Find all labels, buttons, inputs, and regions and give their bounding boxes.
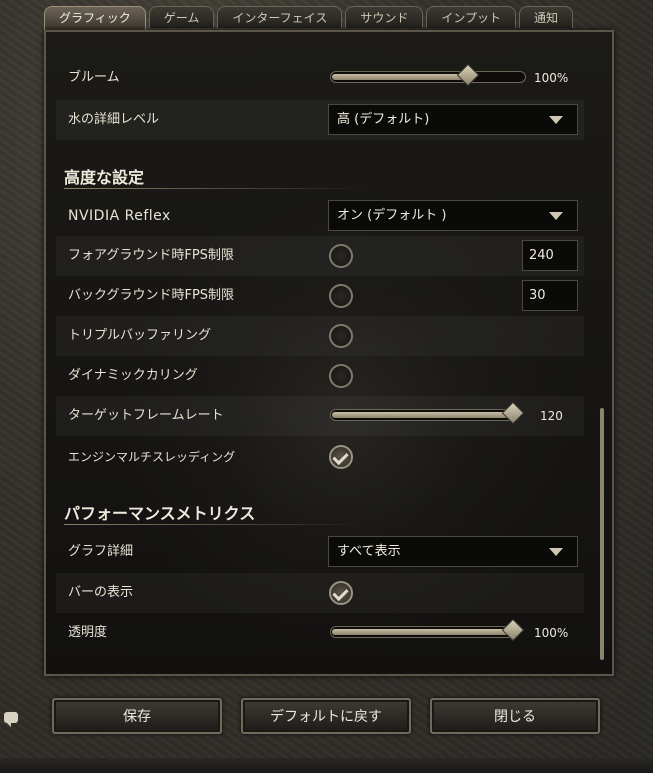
setting-row-show-bar: バーの表示 — [56, 573, 584, 613]
setting-row-graph-detail: グラフ詳細 すべて表示 — [56, 532, 584, 572]
tab-interface[interactable]: インターフェイス — [217, 6, 343, 28]
section-divider — [64, 188, 364, 189]
chat-icon[interactable] — [4, 712, 18, 727]
bloom-label: ブルーム — [68, 70, 120, 85]
bloom-slider-handle[interactable] — [456, 63, 480, 87]
setting-row-bg-fps-limit: バックグラウンド時FPS制限 30 — [56, 276, 584, 316]
tab-input[interactable]: インプット — [426, 6, 516, 28]
dynamic-culling-checkbox[interactable] — [329, 364, 353, 388]
tab-game[interactable]: ゲーム — [148, 6, 215, 28]
water-detail-value: 高 (デフォルト) — [337, 112, 430, 127]
engine-multithreading-label: エンジンマルチスレッディング — [68, 450, 236, 464]
fg-fps-limit-input[interactable]: 240 — [522, 240, 578, 271]
checkmark-icon — [332, 448, 349, 466]
setting-row-water-detail: 水の詳細レベル 高 (デフォルト) — [56, 100, 584, 140]
tab-sound[interactable]: サウンド — [345, 6, 424, 28]
bottom-ornament — [0, 758, 653, 773]
triple-buffering-label: トリプルバッファリング — [68, 328, 212, 343]
bloom-value: 100% — [534, 71, 569, 85]
tab-graphics[interactable]: グラフィック — [44, 6, 146, 30]
setting-row-nvidia-reflex: NVIDIA Reflex オン (デフォルト ) — [56, 196, 584, 236]
nvidia-reflex-value: オン (デフォルト ) — [337, 208, 447, 223]
opacity-value: 100% — [534, 626, 569, 640]
reset-default-button[interactable]: デフォルトに戻す — [241, 698, 411, 734]
settings-list: ブルーム 100% 水の詳細レベル 高 (デフォルト) 高度な設定 NVIDIA… — [56, 32, 592, 672]
target-framerate-slider-handle[interactable] — [501, 401, 525, 425]
engine-multithreading-checkbox[interactable] — [329, 445, 353, 469]
opacity-slider[interactable] — [330, 618, 525, 642]
triple-buffering-checkbox[interactable] — [329, 324, 353, 348]
chevron-down-icon — [549, 548, 563, 556]
target-framerate-slider[interactable] — [330, 401, 525, 425]
opacity-slider-handle[interactable] — [501, 618, 525, 642]
section-divider — [64, 524, 364, 525]
show-bar-label: バーの表示 — [68, 585, 134, 600]
setting-row-target-framerate: ターゲットフレームレート 120 — [56, 396, 584, 436]
chevron-down-icon — [549, 212, 563, 220]
water-detail-dropdown[interactable]: 高 (デフォルト) — [328, 104, 578, 135]
nvidia-reflex-dropdown[interactable]: オン (デフォルト ) — [328, 200, 578, 231]
opacity-slider-fill — [332, 629, 511, 635]
close-button[interactable]: 閉じる — [430, 698, 600, 734]
bloom-slider-fill — [332, 74, 466, 80]
graph-detail-dropdown[interactable]: すべて表示 — [328, 536, 578, 567]
dynamic-culling-label: ダイナミックカリング — [68, 368, 198, 383]
bg-fps-limit-input[interactable]: 30 — [522, 280, 578, 311]
water-detail-label: 水の詳細レベル — [68, 112, 160, 127]
tab-notifications[interactable]: 通知 — [518, 6, 573, 28]
settings-panel: ブルーム 100% 水の詳細レベル 高 (デフォルト) 高度な設定 NVIDIA… — [44, 30, 614, 676]
target-framerate-slider-fill — [332, 412, 511, 418]
nvidia-reflex-label: NVIDIA Reflex — [68, 208, 171, 224]
chevron-down-icon — [549, 116, 563, 124]
save-button[interactable]: 保存 — [52, 698, 222, 734]
section-title-performance-metrics: パフォーマンスメトリクス — [64, 504, 256, 523]
checkmark-icon — [332, 584, 349, 602]
graph-detail-label: グラフ詳細 — [68, 544, 134, 559]
setting-row-opacity: 透明度 100% — [56, 613, 584, 653]
bloom-slider[interactable] — [330, 63, 526, 87]
target-framerate-value: 120 — [540, 409, 563, 423]
section-title-advanced: 高度な設定 — [64, 168, 145, 187]
scrollbar[interactable] — [600, 408, 604, 660]
bg-fps-limit-label: バックグラウンド時FPS制限 — [68, 288, 235, 303]
fg-fps-limit-label: フォアグラウンド時FPS制限 — [68, 248, 234, 263]
setting-row-fg-fps-limit: フォアグラウンド時FPS制限 240 — [56, 236, 584, 276]
setting-row-engine-multithreading: エンジンマルチスレッディング — [56, 437, 584, 477]
show-bar-checkbox[interactable] — [329, 581, 353, 605]
graph-detail-value: すべて表示 — [337, 544, 401, 559]
setting-row-dynamic-culling: ダイナミックカリング — [56, 356, 584, 396]
setting-row-triple-buffering: トリプルバッファリング — [56, 316, 584, 356]
setting-row-bloom: ブルーム 100% — [56, 58, 584, 98]
tab-bar: グラフィック ゲーム インターフェイス サウンド インプット 通知 — [44, 6, 576, 30]
bg-fps-limit-checkbox[interactable] — [329, 284, 353, 308]
opacity-label: 透明度 — [68, 625, 108, 640]
target-framerate-label: ターゲットフレームレート — [68, 408, 224, 423]
fg-fps-limit-checkbox[interactable] — [329, 244, 353, 268]
